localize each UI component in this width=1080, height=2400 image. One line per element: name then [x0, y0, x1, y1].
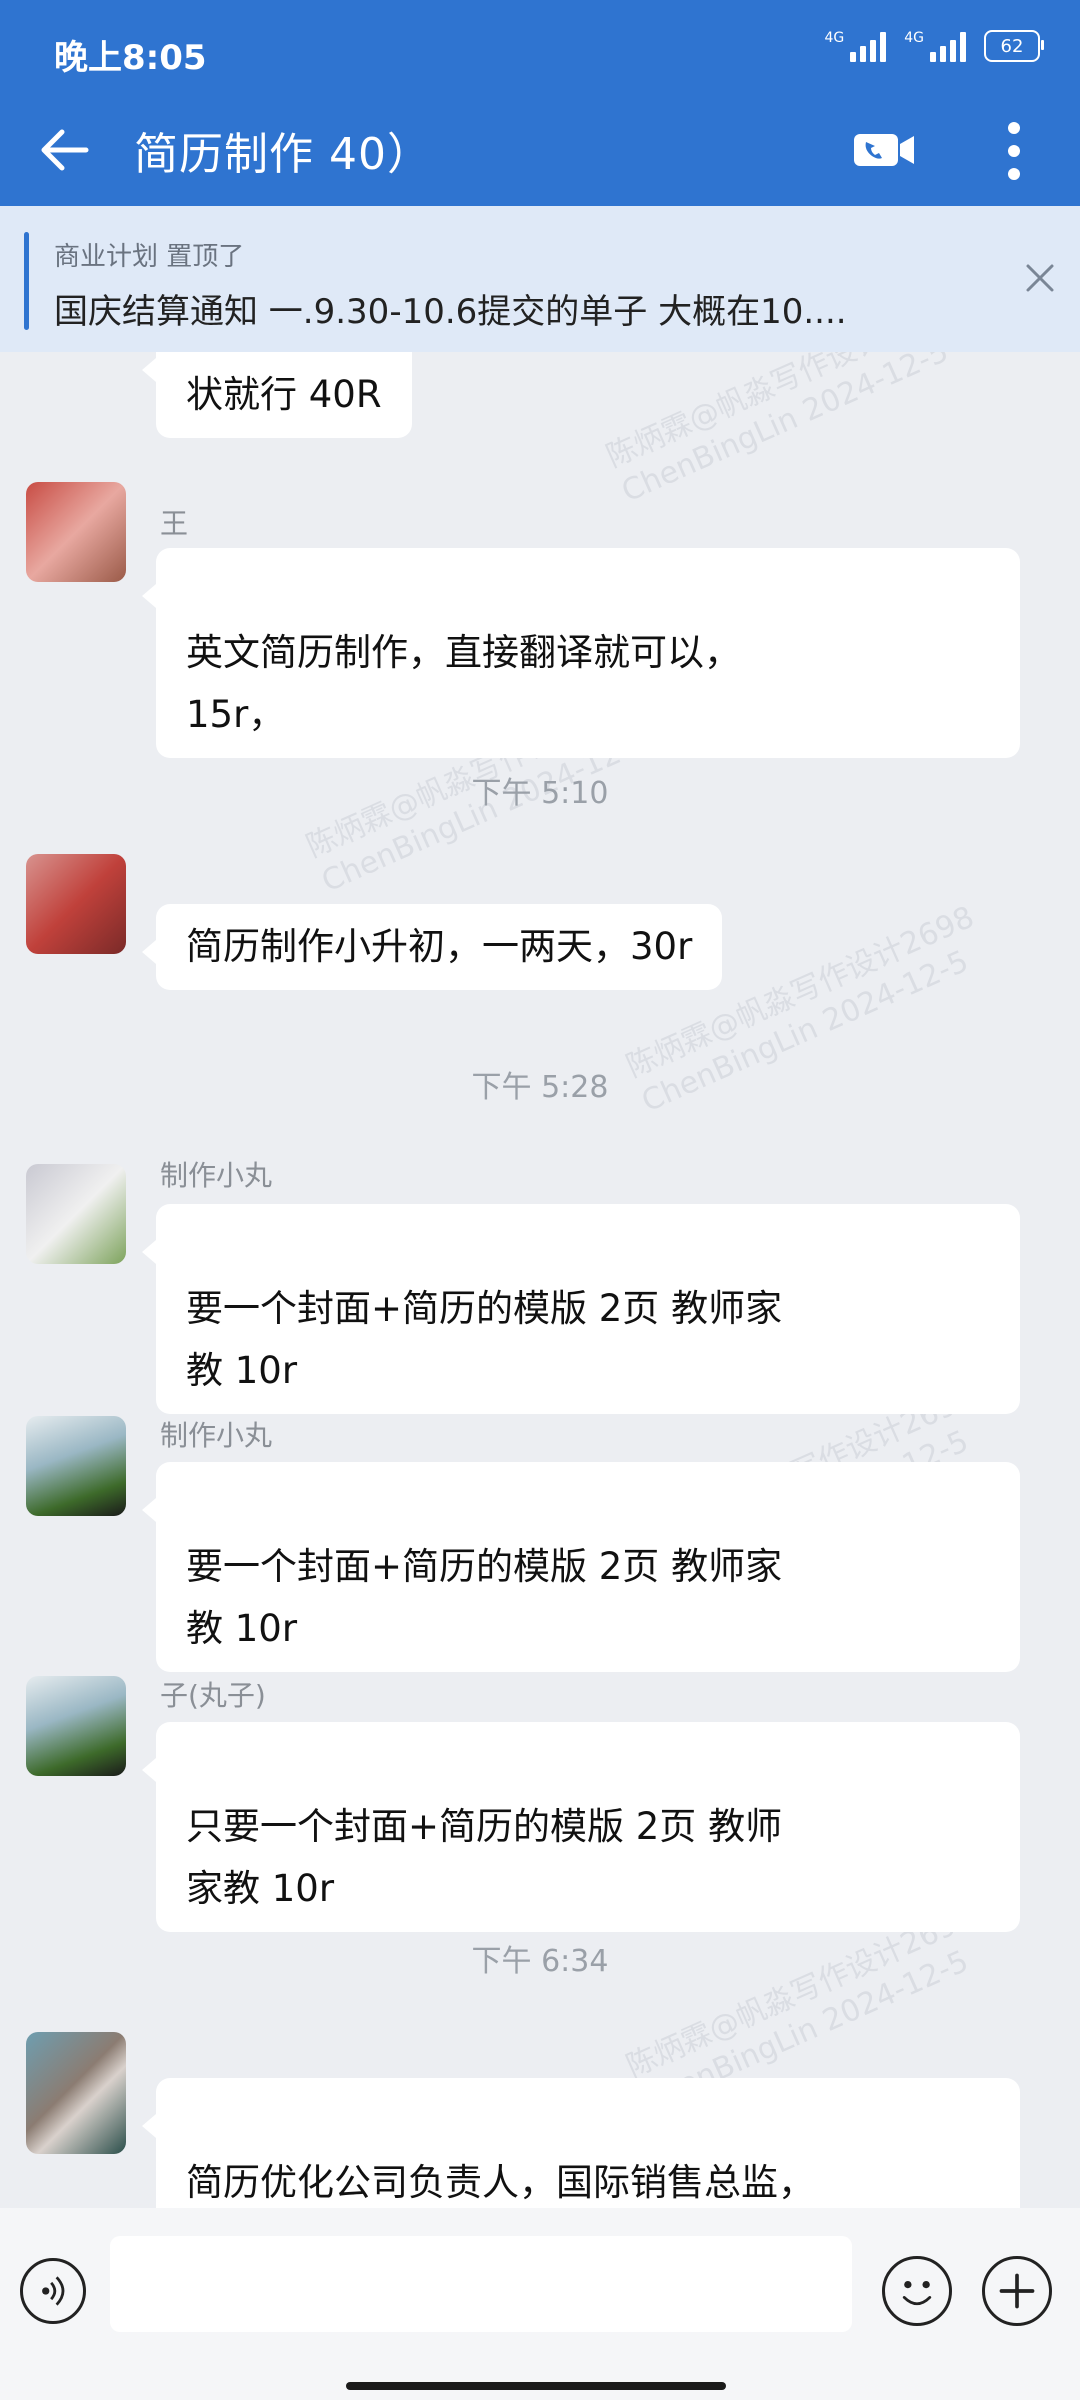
- message-text: 只要一个封面+简历的模版 2页 教师 家教 10r: [186, 1805, 783, 1910]
- watermark: 陈炳霖@帆淼写作设计2698ChenBingLin 2024-12-5: [601, 352, 960, 510]
- network-type-label: 4G: [824, 30, 845, 46]
- message-bubble[interactable]: 状就行 40R: [142, 352, 412, 438]
- message-bubble[interactable]: 要一个封面+简历的模版 2页 教师家 教 10r: [142, 1204, 1020, 1414]
- message-list[interactable]: 陈炳霖@帆淼写作设计2698 ChenBingLin 2024-12-5 陈炳霖@…: [0, 352, 1080, 2208]
- message-bubble[interactable]: 简历制作小升初，一两天，30r: [141, 904, 723, 990]
- avatar[interactable]: [26, 1416, 126, 1516]
- avatar[interactable]: [26, 2032, 126, 2154]
- message-text: 要一个封面+简历的模版 2页 教师家 教 10r: [186, 1287, 783, 1392]
- avatar[interactable]: [26, 1676, 126, 1776]
- pinned-accent-bar: [24, 232, 29, 330]
- sender-name: 制作小丸: [160, 1419, 273, 1452]
- chat-title: 简历制作 40）: [134, 129, 432, 180]
- close-icon[interactable]: [1020, 258, 1060, 298]
- video-call-icon[interactable]: [850, 120, 920, 180]
- message-text: 英文简历制作，直接翻译就可以， 15r，: [186, 631, 741, 736]
- timestamp: 下午 5:28: [471, 1070, 609, 1105]
- message-text: 简历优化公司负责人，国际销售总监， 今晚要 45R: [186, 2161, 815, 2204]
- timestamp: 下午 5:10: [471, 776, 609, 811]
- avatar[interactable]: [26, 854, 126, 954]
- sender-name: 制作小丸: [160, 1159, 273, 1192]
- message-text: 状就行 40R: [186, 373, 382, 416]
- status-bar: 晚上8:05 4G 4G 62: [0, 0, 1080, 100]
- avatar[interactable]: [26, 1164, 126, 1264]
- battery-level: 62: [1000, 35, 1024, 57]
- message-bubble[interactable]: 简历优化公司负责人，国际销售总监， 今晚要 45R: [142, 2078, 1020, 2208]
- status-time: 晚上8:05: [54, 38, 207, 78]
- pinned-message-banner[interactable]: 商业计划 置顶了 国庆结算通知 一.9.30-10.6提交的单子 大概在10..…: [0, 206, 1080, 352]
- back-arrow-icon[interactable]: [34, 120, 94, 180]
- sender-name: 子(丸子): [160, 1679, 266, 1712]
- message-bubble[interactable]: 要一个封面+简历的模版 2页 教师家 教 10r: [142, 1462, 1020, 1672]
- battery-icon: 62: [984, 30, 1044, 62]
- sender-name: 王: [160, 507, 189, 540]
- cell-signal-icon-2: 4G: [904, 30, 966, 62]
- status-icons: 4G 4G 62: [824, 30, 1044, 62]
- plus-icon[interactable]: [982, 2256, 1052, 2326]
- home-indicator[interactable]: [346, 2382, 726, 2390]
- message-text: 简历制作小升初，一两天，30r: [186, 925, 693, 968]
- voice-input-icon[interactable]: [20, 2258, 86, 2324]
- avatar[interactable]: [26, 482, 126, 582]
- message-input[interactable]: [110, 2236, 852, 2332]
- pinned-text: 国庆结算通知 一.9.30-10.6提交的单子 大概在10....: [54, 292, 847, 332]
- chat-header: 简历制作 40）: [0, 100, 1080, 206]
- message-bubble[interactable]: 英文简历制作，直接翻译就可以， 15r，: [142, 548, 1020, 758]
- more-options-icon[interactable]: [994, 118, 1034, 184]
- timestamp: 下午 6:34: [471, 1944, 609, 1979]
- message-bubble[interactable]: 只要一个封面+简历的模版 2页 教师 家教 10r: [142, 1722, 1020, 1932]
- input-bar: [0, 2208, 1080, 2400]
- pinned-subtitle: 商业计划 置顶了: [54, 242, 245, 272]
- cell-signal-icon: 4G: [824, 30, 887, 62]
- network-type-label-2: 4G: [904, 30, 924, 46]
- emoji-icon[interactable]: [882, 2256, 952, 2326]
- message-text: 要一个封面+简历的模版 2页 教师家 教 10r: [186, 1545, 783, 1650]
